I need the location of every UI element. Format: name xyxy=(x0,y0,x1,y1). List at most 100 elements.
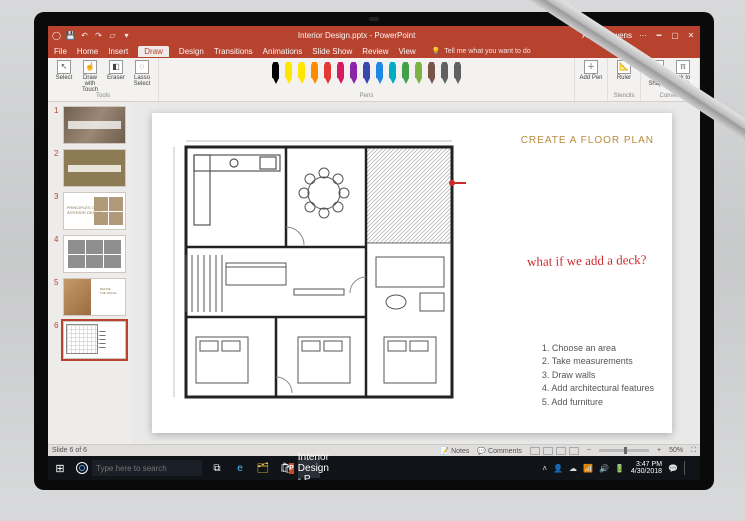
pen-8[interactable] xyxy=(374,62,385,84)
taskbar-clock[interactable]: 3:47 PM 4/30/2018 xyxy=(631,461,662,475)
tab-insert[interactable]: Insert xyxy=(108,47,128,56)
ribbon-options-icon[interactable]: ⋯ xyxy=(638,31,648,40)
account-name[interactable]: Aimee Owens xyxy=(582,31,632,40)
tab-home[interactable]: Home xyxy=(77,47,98,56)
volume-icon[interactable]: 🔊 xyxy=(599,464,609,473)
pen-3[interactable] xyxy=(309,62,320,84)
draw-with-touch-button[interactable]: ☝ Draw with Touch xyxy=(78,60,102,93)
ink-to-math-button[interactable]: π Ink to Math xyxy=(671,60,695,87)
lightbulb-icon: 💡 xyxy=(432,48,441,55)
touch-icon: ☝ xyxy=(83,60,97,74)
slide-thumb-4[interactable]: 4 xyxy=(54,235,126,273)
save-icon[interactable]: 💾 xyxy=(66,31,75,40)
floor-plan-steps: 1. Choose an area 2. Take measurements 3… xyxy=(542,342,654,410)
maximize-icon[interactable]: ▢ xyxy=(670,31,680,40)
tab-design[interactable]: Design xyxy=(179,47,204,56)
normal-view-icon[interactable] xyxy=(530,447,540,455)
ruler-button[interactable]: 📐 Ruler xyxy=(612,60,636,81)
pen-2[interactable] xyxy=(296,62,307,84)
fit-to-window-icon[interactable]: ⛶ xyxy=(691,447,696,455)
ink-to-shape-button[interactable]: ◯ Ink to Shape xyxy=(645,60,669,87)
slide-thumb-6[interactable]: 6 1.▬▬2.▬▬3.▬▬4.▬▬5.▬▬ xyxy=(54,321,126,359)
zoom-level[interactable]: 50% xyxy=(669,447,683,454)
slide-thumb-5[interactable]: 5 DEFINETHE SPACE xyxy=(54,278,126,316)
tray-chevron-icon[interactable]: ˄ xyxy=(542,464,547,473)
reading-view-icon[interactable] xyxy=(556,447,566,455)
tab-review[interactable]: Review xyxy=(362,47,388,56)
file-explorer-icon[interactable]: 🗂 xyxy=(252,458,274,478)
slide-counter: Slide 6 of 6 xyxy=(52,447,87,454)
pen-5[interactable] xyxy=(335,62,346,84)
pen-0[interactable] xyxy=(270,62,281,84)
notes-button[interactable]: 📝 Notes xyxy=(440,447,469,455)
sorter-view-icon[interactable] xyxy=(543,447,553,455)
tab-file[interactable]: File xyxy=(54,47,67,56)
action-center-icon[interactable]: 💬 xyxy=(668,464,678,473)
battery-icon[interactable]: 🔋 xyxy=(615,464,625,473)
show-desktop-button[interactable] xyxy=(684,461,694,475)
autosave-icon[interactable]: ◯ xyxy=(52,31,61,40)
taskbar-app-powerpoint[interactable]: P Interior Design - P... xyxy=(298,458,320,478)
group-label-stencils: Stencils xyxy=(613,93,634,99)
slide-thumb-3[interactable]: 3 PRINCIPLES OFINTERIOR DESIGN xyxy=(54,192,126,230)
pen-4[interactable] xyxy=(322,62,333,84)
ink-annotation: what if we add a deck? xyxy=(526,252,646,270)
select-button[interactable]: ↖ Select xyxy=(52,60,76,93)
comments-button[interactable]: 💬 Comments xyxy=(477,447,522,455)
tab-slideshow[interactable]: Slide Show xyxy=(312,47,352,56)
minimize-icon[interactable]: ━ xyxy=(654,31,664,40)
slide-thumbnail-panel[interactable]: 1 2 3 PRINCIPLES OFINTERIOR DESIGN 4 xyxy=(48,102,132,444)
slide-canvas[interactable]: CREATE A FLOOR PLAN xyxy=(152,113,672,433)
qat-dropdown-icon[interactable]: ▾ xyxy=(122,31,131,40)
pen-13[interactable] xyxy=(439,62,450,84)
tab-transitions[interactable]: Transitions xyxy=(214,47,253,56)
pen-12[interactable] xyxy=(426,62,437,84)
tab-animations[interactable]: Animations xyxy=(263,47,303,56)
math-icon: π xyxy=(676,60,690,74)
pen-11[interactable] xyxy=(413,62,424,84)
close-icon[interactable]: ✕ xyxy=(686,31,696,40)
pen-7[interactable] xyxy=(361,62,372,84)
onedrive-icon[interactable]: ☁ xyxy=(569,464,577,473)
pen-9[interactable] xyxy=(387,62,398,84)
tab-draw[interactable]: Draw xyxy=(138,46,169,57)
wifi-icon[interactable]: 📶 xyxy=(583,464,593,473)
start-button[interactable]: ⊞ xyxy=(48,462,72,475)
pen-10[interactable] xyxy=(400,62,411,84)
lasso-select-button[interactable]: ◌ Lasso Select xyxy=(130,60,154,93)
slide-thumb-2[interactable]: 2 xyxy=(54,149,126,187)
pen-1[interactable] xyxy=(283,62,294,84)
screen: ◯ 💾 ↶ ↷ ▱ ▾ Interior Design.pptx - Power… xyxy=(48,26,700,480)
step-3: 3. Draw walls xyxy=(542,369,654,383)
plus-icon: ＋ xyxy=(584,60,598,74)
group-label-tools: Tools xyxy=(96,93,110,99)
zoom-slider[interactable] xyxy=(599,449,649,452)
ribbon-group-pens: Pens xyxy=(159,58,575,101)
people-icon[interactable]: 👤 xyxy=(553,464,563,473)
redo-icon[interactable]: ↷ xyxy=(94,31,103,40)
add-pen-button[interactable]: ＋ Add Pen xyxy=(579,60,603,81)
task-view-icon[interactable]: ⧉ xyxy=(206,458,228,478)
zoom-out-icon[interactable]: − xyxy=(587,447,591,454)
window-title: Interior Design.pptx - PowerPoint xyxy=(131,31,582,40)
lasso-icon: ◌ xyxy=(135,60,149,74)
floor-plan-drawing xyxy=(166,137,466,407)
tab-view[interactable]: View xyxy=(399,47,416,56)
tell-me-search[interactable]: 💡 Tell me what you want to do xyxy=(432,47,531,55)
slide-thumb-1[interactable]: 1 xyxy=(54,106,126,144)
taskbar-search-input[interactable] xyxy=(92,460,202,476)
pen-6[interactable] xyxy=(348,62,359,84)
eraser-button[interactable]: ◧ Eraser xyxy=(104,60,128,93)
slide-editor[interactable]: CREATE A FLOOR PLAN xyxy=(132,102,700,444)
edge-icon[interactable]: e xyxy=(229,458,251,478)
start-from-beginning-icon[interactable]: ▱ xyxy=(108,31,117,40)
slideshow-view-icon[interactable] xyxy=(569,447,579,455)
cortana-icon[interactable] xyxy=(76,462,88,474)
zoom-in-icon[interactable]: + xyxy=(657,447,661,454)
pen-14[interactable] xyxy=(452,62,463,84)
title-bar: ◯ 💾 ↶ ↷ ▱ ▾ Interior Design.pptx - Power… xyxy=(48,26,700,44)
step-5: 5. Add furniture xyxy=(542,396,654,410)
quick-access-toolbar: ◯ 💾 ↶ ↷ ▱ ▾ xyxy=(52,31,131,40)
device-camera xyxy=(369,17,379,21)
undo-icon[interactable]: ↶ xyxy=(80,31,89,40)
